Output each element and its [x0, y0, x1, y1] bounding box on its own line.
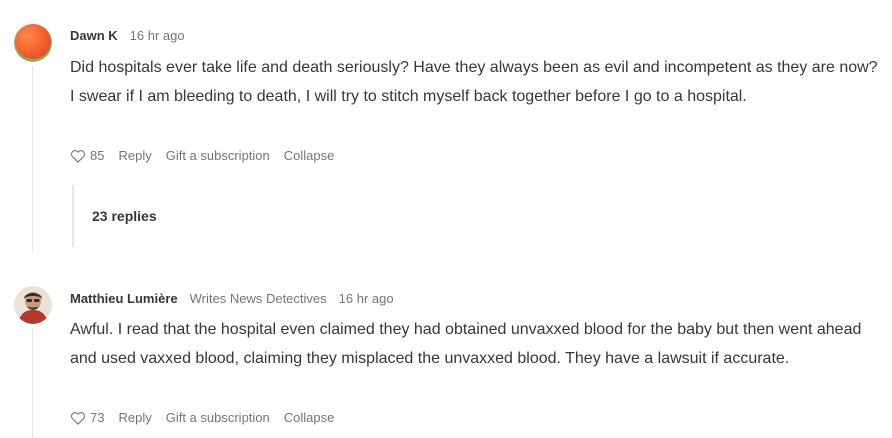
- heart-icon: [70, 149, 86, 163]
- collapse-button[interactable]: Collapse: [284, 410, 335, 425]
- comment-body: Awful. I read that the hospital even cla…: [70, 321, 862, 367]
- author-name[interactable]: Dawn K: [70, 28, 118, 43]
- view-replies-button[interactable]: 23 replies: [92, 208, 157, 224]
- comment-body: Did hospitals ever take life and death s…: [70, 59, 878, 105]
- like-count: 85: [90, 148, 105, 163]
- avatar[interactable]: [14, 286, 52, 324]
- collapse-button[interactable]: Collapse: [284, 148, 335, 163]
- timestamp[interactable]: 16 hr ago: [339, 291, 394, 306]
- comment-meta: Matthieu Lumière Writes News Detectives …: [70, 291, 394, 306]
- heart-icon: [70, 411, 86, 425]
- comment: Matthieu Lumière Writes News Detectives …: [0, 270, 892, 438]
- gift-subscription-button[interactable]: Gift a subscription: [166, 148, 270, 163]
- comment-actions: 73 Reply Gift a subscription Collapse: [70, 410, 348, 425]
- author-name[interactable]: Matthieu Lumière: [70, 291, 178, 306]
- timestamp[interactable]: 16 hr ago: [130, 28, 185, 43]
- portrait-avatar-icon: [14, 286, 52, 324]
- replies-container: 23 replies: [72, 185, 157, 247]
- reply-button[interactable]: Reply: [118, 148, 151, 163]
- comment-meta: Dawn K 16 hr ago: [70, 28, 185, 43]
- like-button[interactable]: 85: [70, 148, 104, 163]
- thread-line[interactable]: [32, 66, 33, 252]
- comment: Dawn K 16 hr ago Did hospitals ever take…: [0, 0, 892, 260]
- reply-button[interactable]: Reply: [118, 410, 151, 425]
- comment-actions: 85 Reply Gift a subscription Collapse: [70, 148, 348, 163]
- gift-subscription-button[interactable]: Gift a subscription: [166, 410, 270, 425]
- avatar[interactable]: [14, 24, 52, 62]
- thread-line[interactable]: [32, 328, 33, 438]
- orange-gradient-avatar-icon: [14, 24, 52, 62]
- like-count: 73: [90, 410, 105, 425]
- like-button[interactable]: 73: [70, 410, 104, 425]
- author-publication[interactable]: Writes News Detectives: [190, 291, 327, 306]
